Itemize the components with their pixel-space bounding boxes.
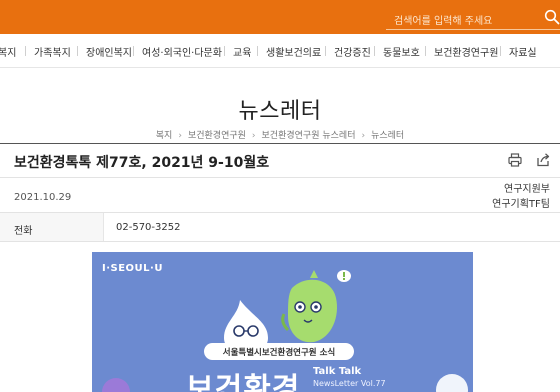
breadcrumb-item[interactable]: 보건환경연구원 xyxy=(188,131,246,141)
article-top-border xyxy=(0,143,560,144)
cover-brand-logo: I·SEOUL·U xyxy=(102,263,163,274)
nav-item-family-welfare[interactable]: 가족복지 xyxy=(34,44,71,59)
share-icon[interactable] xyxy=(535,152,551,167)
nav-item-women-foreigners[interactable]: 여성·외국인·다문화 xyxy=(142,44,222,59)
nav-divider xyxy=(374,46,375,56)
nav-divider xyxy=(257,46,258,56)
search-underline xyxy=(386,29,560,30)
article-title: 보건환경톡톡 제77호, 2021년 9-10월호 xyxy=(14,155,270,171)
article-divider xyxy=(0,241,560,242)
nav-divider xyxy=(77,46,78,56)
nav-divider xyxy=(500,46,501,56)
cover-main-title: 보건환경 xyxy=(186,372,301,392)
search-input[interactable]: 검색어를 입력해 주세요 xyxy=(394,12,492,27)
nav-divider xyxy=(224,46,225,56)
breadcrumb-separator: › xyxy=(251,131,256,141)
article-date: 2021.10.29 xyxy=(14,192,72,203)
article-team: 연구기획TF팀 xyxy=(492,199,550,210)
article-department: 연구지원부 xyxy=(504,184,550,195)
search-box[interactable]: 검색어를 입력해 주세요 xyxy=(386,7,560,30)
nav-item-health-promotion[interactable]: 건강증진 xyxy=(334,44,371,59)
breadcrumb-separator: › xyxy=(361,131,366,141)
cover-talk-label: Talk Talk xyxy=(313,366,362,377)
breadcrumb-item-current: 뉴스레터 xyxy=(371,131,405,141)
nav-item-education[interactable]: 교육 xyxy=(233,44,251,59)
nav-item-animal-protection[interactable]: 동물보호 xyxy=(383,44,420,59)
print-icon[interactable] xyxy=(508,153,522,167)
page-title: 뉴스레터 xyxy=(238,99,322,124)
cover-volume-label: NewsLetter Vol.77 xyxy=(313,379,386,388)
nav-divider xyxy=(425,46,426,56)
search-icon[interactable] xyxy=(544,9,560,25)
category-nav: 복지 가족복지 장애인복지 여성·외국인·다문화 교육 생활보건의료 건강증진 … xyxy=(0,34,560,68)
top-bar: 검색어를 입력해 주세요 xyxy=(0,0,560,34)
nav-item-welfare[interactable]: 복지 xyxy=(0,44,16,59)
nav-item-archive[interactable]: 자료실 xyxy=(509,44,537,59)
breadcrumb-item[interactable]: 보건환경연구원 뉴스레터 xyxy=(262,131,356,141)
nav-item-health-care[interactable]: 생활보건의료 xyxy=(266,44,321,59)
article-divider xyxy=(0,177,560,178)
nav-item-disability-welfare[interactable]: 장애인복지 xyxy=(86,44,132,59)
nav-divider xyxy=(325,46,326,56)
breadcrumb: 복지 › 보건환경연구원 › 보건환경연구원 뉴스레터 › 뉴스레터 xyxy=(0,128,560,141)
newsletter-cover-image: I·SEOUL·U 서울특별시보건환경연구원 소식 보건환경 Talk Talk… xyxy=(92,252,473,392)
nav-divider xyxy=(133,46,134,56)
nav-item-research-institute[interactable]: 보건환경연구원 xyxy=(434,44,498,59)
breadcrumb-item[interactable]: 복지 xyxy=(156,131,173,141)
cover-subtitle-pill: 서울특별시보건환경연구원 소식 xyxy=(204,343,354,360)
phone-number: 02-570-3252 xyxy=(116,222,181,233)
breadcrumb-separator: › xyxy=(178,131,182,141)
nav-divider xyxy=(25,46,26,56)
phone-label: 전화 xyxy=(14,226,33,237)
cover-subtitle: 서울특별시보건환경연구원 소식 xyxy=(222,348,336,358)
